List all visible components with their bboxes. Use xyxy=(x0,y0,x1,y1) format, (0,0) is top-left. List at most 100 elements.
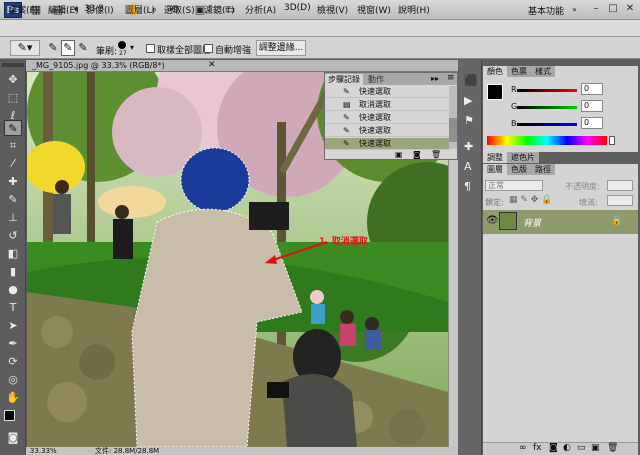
blend-mode-select[interactable]: 正常 xyxy=(485,180,543,191)
dodge-tool-icon[interactable]: ● xyxy=(4,282,22,298)
brush-tool-icon[interactable]: ✎ xyxy=(4,192,22,208)
channel-r-slider[interactable] xyxy=(517,89,577,92)
path-selection-tool-icon[interactable]: ➤ xyxy=(4,318,22,334)
layer-style-icon[interactable]: fx xyxy=(533,443,542,453)
panel-collapse-icon[interactable]: ▸▸ xyxy=(431,74,439,83)
close-button[interactable]: ✕ xyxy=(622,2,638,17)
menu-help[interactable]: 說明(H) xyxy=(398,3,430,16)
history-row[interactable]: ✎ 快速選取 xyxy=(325,112,449,124)
tab-color[interactable]: 顏色 xyxy=(483,66,507,77)
refine-edge-button[interactable]: 調整邊緣... xyxy=(256,40,306,56)
channel-b-slider[interactable] xyxy=(517,123,577,126)
tab-channels[interactable]: 色版 xyxy=(507,164,531,175)
character-panel-icon[interactable]: A xyxy=(464,160,472,173)
subtract-from-selection-icon[interactable]: ✎ xyxy=(76,40,90,56)
tab-styles[interactable]: 樣式 xyxy=(531,66,555,77)
eyedropper-tool-icon[interactable]: ⁄ xyxy=(4,156,22,172)
channel-b-value[interactable]: 0 xyxy=(581,117,603,129)
foreground-color-swatch[interactable] xyxy=(4,410,15,421)
tab-adjustments[interactable]: 調整 xyxy=(483,152,507,163)
fill-field[interactable] xyxy=(607,195,633,206)
delete-layer-icon[interactable]: 🗑 xyxy=(607,443,618,453)
type-tool-icon[interactable]: T xyxy=(4,300,22,316)
tab-history[interactable]: 步驟記錄 xyxy=(325,74,363,85)
menu-edit[interactable]: 編輯(E) xyxy=(48,3,79,16)
tab-paths[interactable]: 路徑 xyxy=(531,164,555,175)
layer-name[interactable]: 背景 xyxy=(523,216,541,229)
opacity-field[interactable] xyxy=(607,180,633,191)
gradient-tool-icon[interactable]: ▮ xyxy=(4,264,22,280)
eye-icon[interactable]: 👁 xyxy=(486,215,499,226)
menu-view[interactable]: 檢視(V) xyxy=(317,3,348,16)
layer-row-selected[interactable]: 👁 背景 🔒 xyxy=(483,210,638,234)
menu-3d[interactable]: 3D(D) xyxy=(284,3,311,13)
sample-all-layers-checkbox[interactable] xyxy=(146,44,155,53)
brush-dropdown-icon[interactable]: ▾ xyxy=(130,43,134,52)
hand-tool-icon-toolbox[interactable]: ✋ xyxy=(4,390,22,406)
channel-r-value[interactable]: 0 xyxy=(581,83,603,95)
menu-file[interactable]: 檔案(F) xyxy=(8,3,38,16)
history-row[interactable]: ▤ 取消選取 xyxy=(325,99,449,111)
auto-enhance-checkbox[interactable] xyxy=(204,44,213,53)
quick-mask-icon[interactable]: ◙ xyxy=(4,430,22,446)
paragraph-panel-icon[interactable]: ¶ xyxy=(464,180,471,193)
lock-pixels-icon[interactable]: ▦ ✎ ✥ 🔒 xyxy=(509,195,552,205)
quick-selection-tool-icon[interactable]: ✎ xyxy=(4,120,22,136)
history-row[interactable]: ✎ 快速選取 xyxy=(325,125,449,137)
history-panel-icon[interactable]: ▶ xyxy=(464,94,472,107)
healing-brush-tool-icon[interactable]: ✚ xyxy=(4,174,22,190)
pen-tool-icon[interactable]: ✒ xyxy=(4,336,22,352)
brush-size: 27 xyxy=(119,50,127,57)
workspace-chevron-icon[interactable]: » xyxy=(572,5,577,14)
history-brush-tool-icon[interactable]: ↺ xyxy=(4,228,22,244)
camera-icon[interactable]: ◙ xyxy=(413,150,421,159)
adjustment-layer-icon[interactable]: ◐ xyxy=(563,443,571,453)
channel-g-slider[interactable] xyxy=(517,106,577,109)
brush-preview-icon[interactable] xyxy=(118,41,126,49)
color-spectrum-bar[interactable] xyxy=(487,136,607,145)
new-selection-icon[interactable]: ✎ xyxy=(46,40,60,56)
channel-g-value[interactable]: 0 xyxy=(581,100,603,112)
clone-stamp-tool-icon[interactable]: ⊥ xyxy=(4,210,22,226)
history-row-selected[interactable]: ✎ 快速選取 xyxy=(325,138,449,150)
actions-panel-icon[interactable]: ⚑ xyxy=(464,114,474,127)
tab-swatches[interactable]: 色票 xyxy=(507,66,531,77)
new-group-icon[interactable]: ▭ xyxy=(577,443,586,453)
3d-camera-tool-icon[interactable]: ◎ xyxy=(4,372,22,388)
menu-image[interactable]: 影像(I) xyxy=(86,3,114,16)
tab-masks[interactable]: 遮色片 xyxy=(507,152,539,163)
link-layers-icon[interactable]: ∞ xyxy=(519,443,527,453)
tab-actions[interactable]: 動作 xyxy=(365,74,387,85)
crop-tool-icon[interactable]: ⌗ xyxy=(4,138,22,154)
white-swatch[interactable] xyxy=(609,136,615,145)
snapshot-icon[interactable]: ▣ xyxy=(395,150,403,159)
color-fg-swatch[interactable] xyxy=(487,84,503,100)
trash-icon[interactable]: 🗑 xyxy=(431,150,441,159)
history-row[interactable]: ✎ 快速選取 xyxy=(325,86,449,98)
marquee-tool-icon[interactable]: ⬚ xyxy=(4,90,22,106)
history-scroll-thumb[interactable] xyxy=(449,118,457,142)
panel-menu-icon[interactable]: ≡ xyxy=(447,73,455,83)
menu-window[interactable]: 視窗(W) xyxy=(357,3,391,16)
menu-layer[interactable]: 圖層(L) xyxy=(125,3,155,16)
tool-preset-picker-icon[interactable]: ✎▾ xyxy=(10,40,40,56)
color-panel-icon[interactable]: ⬛ xyxy=(464,74,478,87)
maximize-button[interactable]: □ xyxy=(605,2,621,17)
eraser-tool-icon[interactable]: ◧ xyxy=(4,246,22,262)
menu-filter[interactable]: 濾鏡(T) xyxy=(204,3,235,16)
new-layer-icon[interactable]: ▣ xyxy=(591,443,600,453)
move-tool-icon[interactable]: ✥ xyxy=(4,72,22,88)
rotate-3d-tool-icon[interactable]: ⟳ xyxy=(4,354,22,370)
add-mask-icon[interactable]: ◙ xyxy=(549,443,558,453)
close-document-icon[interactable]: ✕ xyxy=(208,60,216,70)
minimize-button[interactable]: – xyxy=(588,2,604,17)
menu-analysis[interactable]: 分析(A) xyxy=(245,3,276,16)
brush-panel-icon[interactable]: ✚ xyxy=(464,140,473,153)
workspace-switcher[interactable]: 基本功能 xyxy=(528,4,564,17)
add-to-selection-icon[interactable]: ✎ xyxy=(61,40,75,56)
status-zoom[interactable]: 33.33% xyxy=(30,447,57,455)
history-item-label: 取消選取 xyxy=(359,100,391,109)
menu-select[interactable]: 選取(S) xyxy=(164,3,195,16)
toolbox-grip[interactable] xyxy=(2,63,24,67)
tab-layers[interactable]: 圖層 xyxy=(483,164,507,175)
